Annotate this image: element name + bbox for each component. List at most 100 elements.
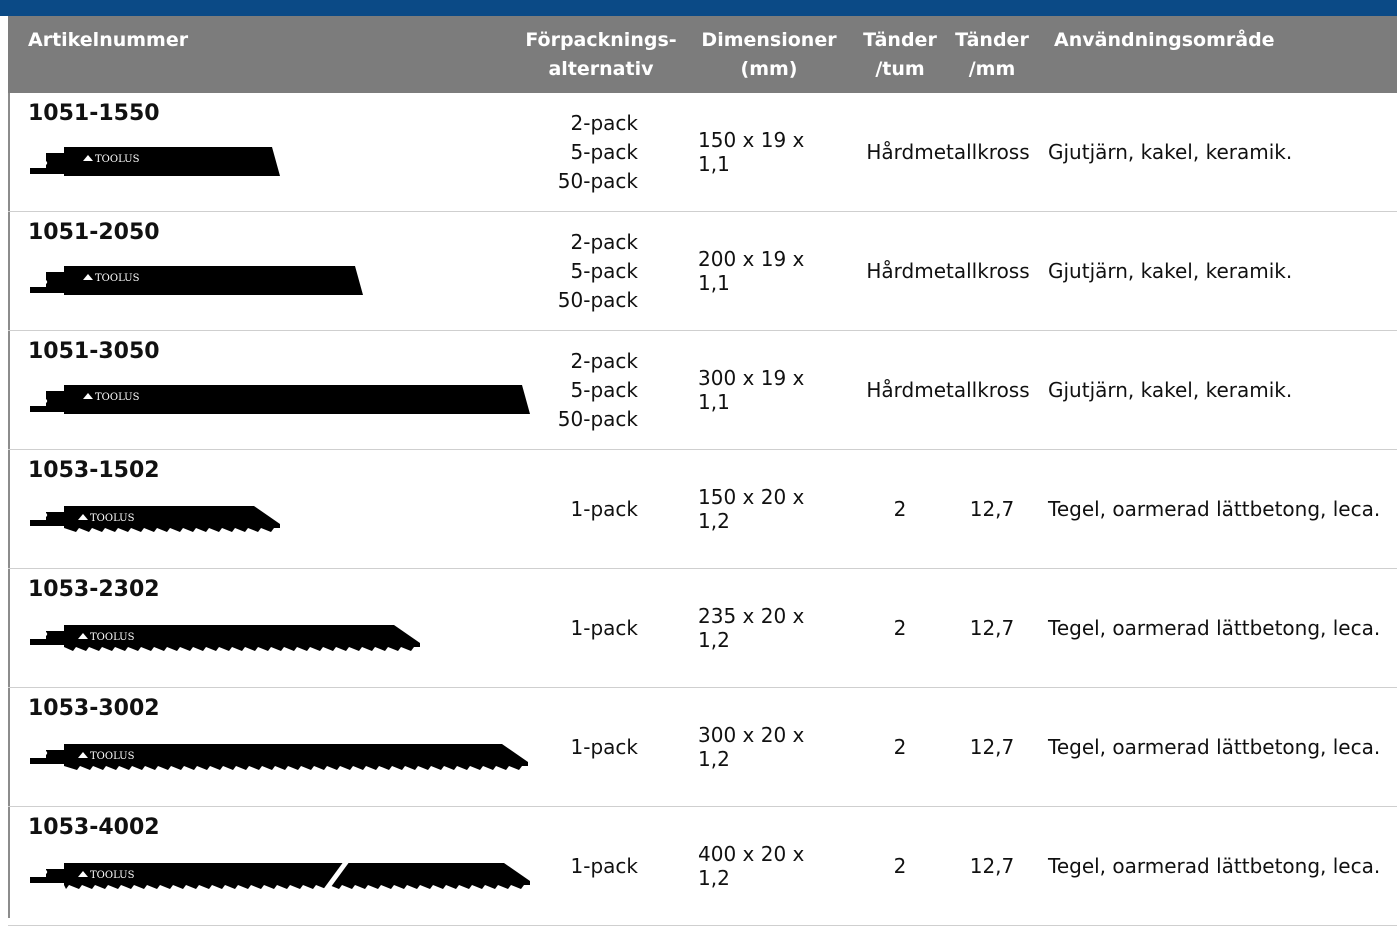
teeth-per-inch-text: 2 (893, 735, 907, 759)
product-table: Artikelnummer Förpacknings-alternativ Di… (8, 16, 1397, 926)
blade-hole (42, 398, 48, 404)
table-row: 1053-3002 TOOLUS 1-pack 300 x 20 x 1,2 2 12,7… (8, 688, 1397, 807)
dimensions: 235 x 20 x 1,2 (698, 569, 840, 687)
blade-tang (30, 512, 66, 526)
dimensions-text: 300 x 20 x 1,2 (698, 723, 805, 771)
usage-area-text: Gjutjärn, kakel, keramik. (1048, 259, 1293, 283)
blade-illustration: TOOLUS (28, 135, 290, 185)
blade-logo-text: TOOLUS (90, 632, 135, 643)
blade-logo-text: TOOLUS (90, 513, 135, 524)
blade-tang (30, 750, 66, 764)
teeth-per-inch-text: 2 (893, 616, 907, 640)
dimensions: 200 x 19 x 1,1 (698, 212, 840, 330)
dimensions-text: 235 x 20 x 1,2 (698, 604, 805, 652)
article-number: 1051-2050 (28, 220, 160, 245)
blade-illustration: TOOLUS (28, 730, 538, 780)
teeth-per-mm-text: 12,7 (969, 497, 1015, 521)
saw-blade-image: TOOLUS (30, 625, 420, 651)
article-number: 1053-2302 (28, 577, 160, 602)
col-header-packaging: Förpacknings-alternativ (525, 29, 677, 80)
article-number: 1053-1502 (28, 458, 160, 483)
blade-hole (42, 869, 48, 875)
teeth-type: Hårdmetallkross (858, 212, 1038, 330)
usage-area-text: Tegel, oarmerad lättbetong, leca. (1048, 497, 1381, 521)
dimensions-text: 400 x 20 x 1,2 (698, 842, 805, 890)
blade-hole (42, 512, 48, 518)
teeth-per-inch: 2 (860, 450, 940, 568)
teeth-type: Hårdmetallkross (858, 331, 1038, 449)
packaging-option: 50-pack (557, 406, 638, 431)
teeth-per-inch: 2 (860, 569, 940, 687)
usage-area: Tegel, oarmerad lättbetong, leca. (1048, 807, 1397, 925)
packaging-options: 1-pack (528, 450, 638, 568)
usage-area: Gjutjärn, kakel, keramik. (1048, 331, 1397, 449)
usage-area: Tegel, oarmerad lättbetong, leca. (1048, 569, 1397, 687)
table-row: 1051-1550 TOOLUS 2-pack 5-pack 50-pack 150 x … (8, 93, 1397, 212)
col-header-artikelnummer: Artikelnummer (28, 29, 189, 51)
article-number: 1051-3050 (28, 339, 160, 364)
blade-logo-text: TOOLUS (90, 870, 135, 881)
teeth-per-inch-text: 2 (893, 854, 907, 878)
packaging-option: 5-pack (570, 139, 638, 164)
blade-illustration: TOOLUS (28, 492, 290, 542)
blade-logo-text: TOOLUS (95, 273, 140, 284)
packaging-options: 1-pack (528, 569, 638, 687)
packaging-option: 5-pack (570, 377, 638, 402)
teeth-per-inch-text: 2 (893, 497, 907, 521)
col-header-teeth-per-mm: Tänder/mm (955, 29, 1029, 80)
blade-logo-text: TOOLUS (95, 154, 140, 165)
packaging-option: 2-pack (570, 110, 638, 135)
saw-blade-image: TOOLUS (30, 147, 280, 176)
usage-area-text: Tegel, oarmerad lättbetong, leca. (1048, 735, 1381, 759)
teeth-type-text: Hårdmetallkross (866, 259, 1030, 283)
packaging-option: 1-pack (570, 853, 638, 878)
usage-area-text: Tegel, oarmerad lättbetong, leca. (1048, 854, 1381, 878)
teeth-per-mm: 12,7 (952, 569, 1032, 687)
packaging-option: 50-pack (557, 287, 638, 312)
teeth-type-text: Hårdmetallkross (866, 378, 1030, 402)
blade-tang (30, 153, 66, 174)
teeth-per-mm-text: 12,7 (969, 854, 1015, 878)
packaging-options: 1-pack (528, 688, 638, 806)
dimensions-text: 300 x 19 x 1,1 (698, 366, 805, 414)
teeth-per-inch: 2 (860, 807, 940, 925)
usage-area: Tegel, oarmerad lättbetong, leca. (1048, 688, 1397, 806)
dimensions-text: 150 x 20 x 1,2 (698, 485, 805, 533)
dimensions: 150 x 19 x 1,1 (698, 93, 840, 211)
blade-logo-text: TOOLUS (95, 392, 140, 403)
teeth-per-mm: 12,7 (952, 450, 1032, 568)
blade-illustration: TOOLUS (28, 611, 430, 661)
article-number: 1051-1550 (28, 101, 160, 126)
packaging-options: 2-pack 5-pack 50-pack (528, 331, 638, 449)
teeth-per-inch: 2 (860, 688, 940, 806)
saw-blade-image: TOOLUS (30, 861, 530, 891)
blade-illustration: TOOLUS (28, 373, 540, 423)
dimensions-text: 200 x 19 x 1,1 (698, 247, 805, 295)
blade-illustration: TOOLUS (28, 849, 540, 899)
teeth-per-mm: 12,7 (952, 688, 1032, 806)
packaging-options: 2-pack 5-pack 50-pack (528, 212, 638, 330)
saw-blade-image: TOOLUS (30, 744, 528, 770)
dimensions: 300 x 20 x 1,2 (698, 688, 840, 806)
packaging-option: 50-pack (557, 168, 638, 193)
col-header-teeth-per-inch: Tänder/tum (863, 29, 937, 80)
packaging-option: 5-pack (570, 258, 638, 283)
teeth-type-text: Hårdmetallkross (866, 140, 1030, 164)
blade-hole (42, 279, 48, 285)
saw-blade-image: TOOLUS (30, 506, 280, 532)
dimensions: 300 x 19 x 1,1 (698, 331, 840, 449)
col-header-usage: Användningsområde (1054, 29, 1275, 51)
packaging-option: 1-pack (570, 496, 638, 521)
packaging-options: 2-pack 5-pack 50-pack (528, 93, 638, 211)
article-number: 1053-3002 (28, 696, 160, 721)
usage-area: Gjutjärn, kakel, keramik. (1048, 212, 1397, 330)
blade-tang (30, 631, 66, 645)
usage-area-text: Gjutjärn, kakel, keramik. (1048, 140, 1293, 164)
table-row: 1053-4002 TOOLUS 1-pack 400 x 20 x 1,2 2 12,7… (8, 807, 1397, 926)
teeth-per-mm-text: 12,7 (969, 735, 1015, 759)
teeth-per-mm-text: 12,7 (969, 616, 1015, 640)
table-row: 1053-2302 TOOLUS 1-pack 235 x 20 x 1,2 2 12,7… (8, 569, 1397, 688)
packaging-option: 2-pack (570, 348, 638, 373)
dimensions-text: 150 x 19 x 1,1 (698, 128, 805, 176)
blade-illustration: TOOLUS (28, 254, 373, 304)
